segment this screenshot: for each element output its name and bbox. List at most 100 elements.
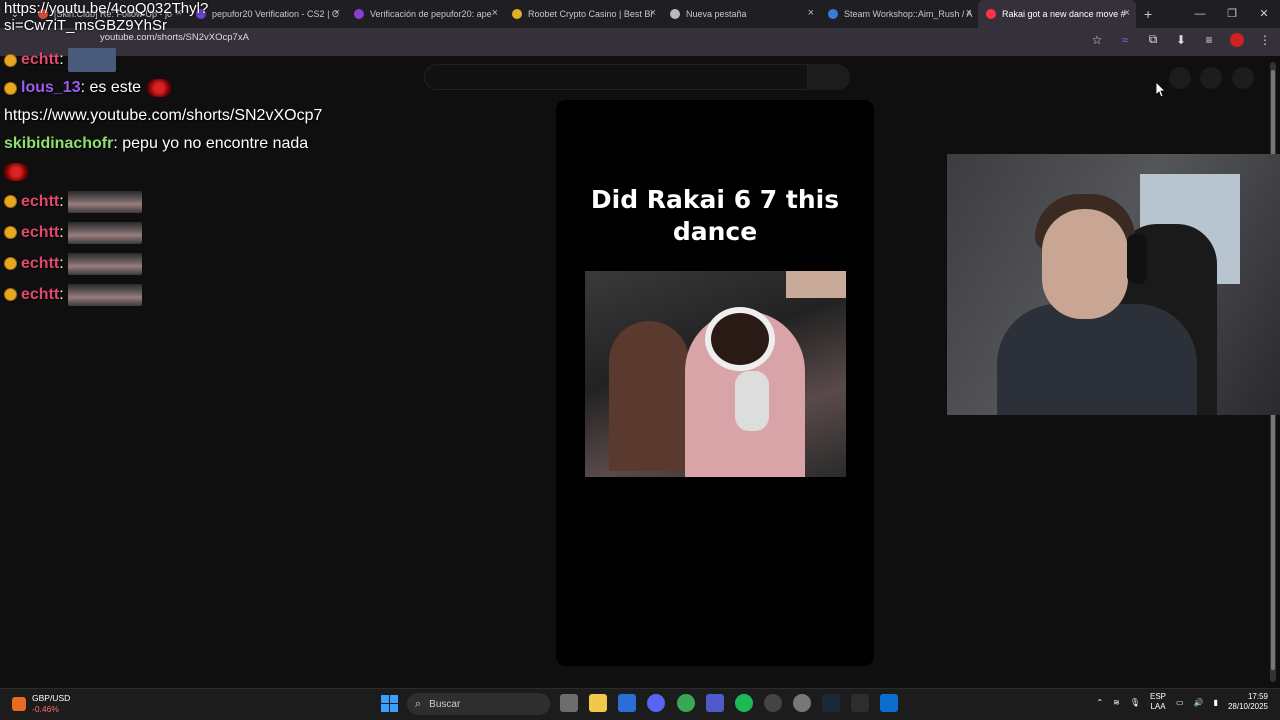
microphone-icon[interactable]: 🎙 <box>1130 698 1140 707</box>
teams-icon[interactable] <box>706 694 724 712</box>
settings-gear-icon[interactable] <box>793 694 811 712</box>
taskbar-search-placeholder: Buscar <box>429 698 461 710</box>
chat-username: echtt <box>21 285 60 303</box>
chat-text: : <box>59 285 64 303</box>
screen: ⌄ [Skin.Club] Re: Follow-Up - jo × pepuf… <box>0 0 1280 720</box>
network-icon[interactable]: ≋ <box>1113 698 1120 707</box>
minimize-icon[interactable]: — <box>1184 0 1216 28</box>
chat-message <box>4 158 364 186</box>
short-title-line: Did Rakai 6 7 this <box>590 185 840 214</box>
tab-close-icon[interactable]: × <box>334 7 340 19</box>
app-icon[interactable] <box>880 694 898 712</box>
taskbar <box>0 688 1280 720</box>
tab-new-tab[interactable]: Nueva pestaña × <box>662 0 820 28</box>
steam-taskbar-icon[interactable] <box>822 694 840 712</box>
editor-icon[interactable] <box>851 694 869 712</box>
chat-username: lous_13 <box>21 79 81 96</box>
tray-chevron-icon[interactable]: ⌃ <box>1096 698 1103 707</box>
chat-badge-icon <box>4 81 17 95</box>
taskbar-widget[interactable]: GBP/USD -0.46% <box>12 693 70 715</box>
chat-username: echtt <box>21 223 60 241</box>
chrome-icon <box>670 9 680 19</box>
menu-icon[interactable]: ⋮ <box>1258 33 1272 47</box>
chat-message: echtt : <box>4 248 364 279</box>
widget-text: GBP/USD -0.46% <box>32 693 70 715</box>
file-explorer-icon[interactable] <box>589 694 607 712</box>
tab-steam-workshop[interactable]: Steam Workshop::Aim_Rush / A × <box>820 0 978 28</box>
new-tab-button[interactable]: + <box>1144 6 1152 22</box>
chat-message: https://www.youtube.com/shorts/SN2vXOcp7 <box>4 102 364 130</box>
steam-icon <box>828 9 838 19</box>
reading-list-icon[interactable]: ≡ <box>1202 33 1216 47</box>
youtube-search-button[interactable] <box>808 64 850 90</box>
chat-text: : <box>59 254 64 272</box>
taskbar-search[interactable]: ⌕ Buscar <box>407 693 550 715</box>
download-icon[interactable]: ⬇ <box>1174 33 1188 47</box>
chat-emote-image <box>67 190 142 213</box>
chat-overflow-line: si=Cw7iT_msGBZ9YhSr <box>4 17 167 34</box>
chat-username: echtt <box>21 51 60 68</box>
display-icon[interactable]: ▭ <box>1176 698 1184 707</box>
widget-change: -0.46% <box>32 704 59 714</box>
create-icon[interactable] <box>1169 67 1191 89</box>
volume-icon[interactable]: 🔊 <box>1194 698 1204 707</box>
discord-icon[interactable] <box>647 694 665 712</box>
site-favicon-icon <box>512 9 522 19</box>
chat-emote-image <box>67 252 142 275</box>
chat-message: echtt : <box>4 279 364 310</box>
tab-roobet[interactable]: Roobet Crypto Casino | Best Bi × <box>504 0 662 28</box>
youtube-search-input[interactable] <box>424 64 808 90</box>
short-title-line: dance <box>672 217 758 246</box>
extensions-icon[interactable]: ⧉ <box>1146 32 1160 47</box>
toolbar-icons: ☆ ≈ ⧉ ⬇ ≡ ⋮ <box>1090 32 1272 47</box>
tab-close-icon[interactable]: × <box>492 7 498 19</box>
language-code: ESP <box>1150 692 1167 701</box>
task-view-icon[interactable] <box>560 694 578 712</box>
tab-close-icon[interactable]: × <box>1124 7 1130 19</box>
bookmark-star-icon[interactable]: ☆ <box>1090 33 1104 47</box>
profile-avatar[interactable] <box>1230 32 1244 47</box>
short-video-frame[interactable] <box>585 271 846 477</box>
spotify-icon[interactable] <box>735 694 753 712</box>
language-layout: LAA <box>1150 702 1166 711</box>
webcam-overlay <box>947 154 1280 415</box>
chat-overflow-text: https://youtu.be/4coQ032Thyl? si=Cw7iT_m… <box>4 0 208 34</box>
tab-pepufor20-verification[interactable]: pepufor20 Verification - CS2 | C × <box>188 0 346 28</box>
chat-badge-icon <box>4 195 17 208</box>
chat-username: echtt <box>21 254 60 272</box>
chat-emote-image <box>67 221 142 244</box>
chat-text: : <box>59 192 64 210</box>
tab-rakai-short[interactable]: Rakai got a new dance move # × <box>978 0 1136 28</box>
notifications-icon[interactable] <box>1200 67 1222 89</box>
chat-overflow-line: https://youtu.be/4coQ032Thyl? <box>4 0 209 17</box>
language-indicator[interactable]: ESP LAA <box>1150 692 1166 712</box>
tab-close-icon[interactable]: × <box>808 7 814 19</box>
tab-close-icon[interactable]: × <box>650 7 656 19</box>
extension-icon[interactable]: ≈ <box>1118 33 1132 47</box>
chat-badge-icon <box>4 226 17 239</box>
start-button[interactable] <box>381 695 398 712</box>
clock[interactable]: 17:59 28/10/2025 <box>1228 692 1268 712</box>
tab-label: Rakai got a new dance move # <box>1002 9 1126 19</box>
tab-verificacion[interactable]: Verificación de pepufor20: ape × <box>346 0 504 28</box>
chat-emote-image <box>67 48 116 72</box>
webcam-headset <box>1127 234 1147 284</box>
battery-icon[interactable]: ▮ <box>1214 698 1218 707</box>
chat-message: echtt : <box>4 46 364 74</box>
webcam-streamer-hoodie <box>997 304 1197 415</box>
chat-badge-icon <box>4 288 17 301</box>
close-icon[interactable]: ✕ <box>1248 0 1280 28</box>
chat-text: : <box>59 223 64 241</box>
chat-emote-image <box>67 283 142 306</box>
webcam-streamer-face <box>1042 209 1128 319</box>
account-avatar[interactable] <box>1232 67 1254 89</box>
tab-label: Verificación de pepufor20: ape <box>370 9 492 19</box>
chrome-taskbar-icon[interactable] <box>677 694 695 712</box>
store-icon[interactable] <box>618 694 636 712</box>
maximize-icon[interactable]: ❐ <box>1216 0 1248 28</box>
chat-badge-icon <box>4 257 17 270</box>
tab-close-icon[interactable]: × <box>966 7 972 19</box>
github-icon[interactable] <box>764 694 782 712</box>
clock-time: 17:59 <box>1247 692 1268 701</box>
youtube-icon <box>986 9 996 19</box>
